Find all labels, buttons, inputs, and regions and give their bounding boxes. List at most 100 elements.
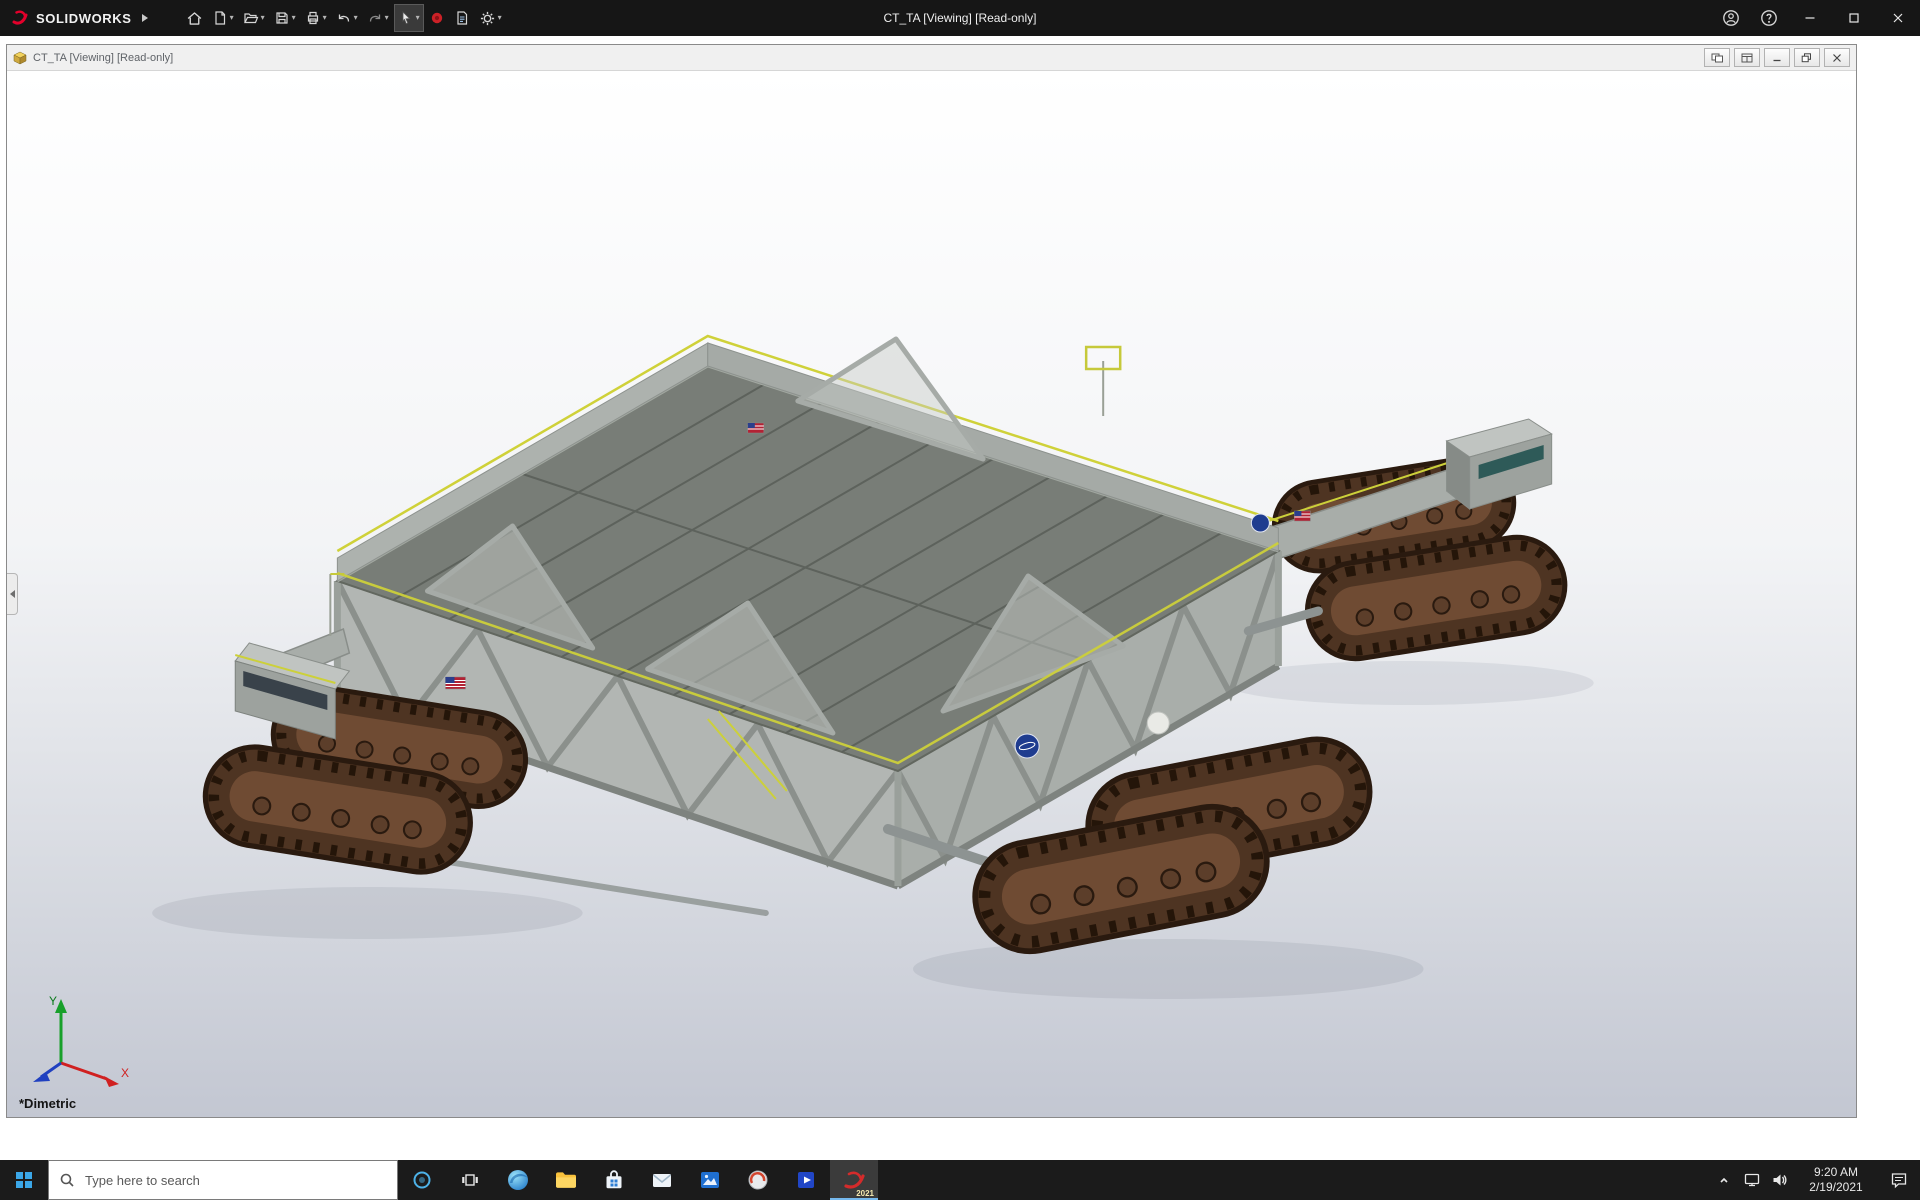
search-input[interactable]: [49, 1161, 397, 1199]
taskbar-search[interactable]: [48, 1160, 398, 1200]
maximize-button[interactable]: [1832, 0, 1876, 36]
open-folder-icon: [243, 10, 259, 26]
taskbar-icon-edrawings[interactable]: [734, 1160, 782, 1200]
dropdown-caret-icon[interactable]: ▾: [323, 14, 327, 22]
new-document-icon: [212, 10, 228, 26]
titlebar-right-controls: [1712, 0, 1920, 36]
3dexperience-button[interactable]: [425, 4, 449, 32]
select-tool-button[interactable]: ▾: [394, 4, 424, 32]
dropdown-caret-icon[interactable]: ▾: [292, 14, 296, 22]
task-view-button[interactable]: [446, 1160, 494, 1200]
home-icon: [186, 10, 203, 27]
clock-time: 9:20 AM: [1814, 1165, 1858, 1180]
start-button[interactable]: [0, 1160, 48, 1200]
clock-date: 2/19/2021: [1809, 1180, 1862, 1195]
volume-tray-button[interactable]: [1766, 1160, 1794, 1200]
new-window-button[interactable]: [1704, 48, 1730, 67]
account-button[interactable]: [1712, 0, 1750, 36]
undo-button[interactable]: ▾: [332, 4, 362, 32]
file-explorer-icon: [554, 1168, 578, 1192]
quick-access-toolbar: ▾ ▾ ▾ ▾: [182, 4, 506, 32]
doc-restore-button[interactable]: [1794, 48, 1820, 67]
dropdown-caret-icon[interactable]: ▾: [385, 14, 389, 22]
tile-window-button[interactable]: [1734, 48, 1760, 67]
movies-tv-icon: [794, 1168, 818, 1192]
taskbar-icon-store[interactable]: [590, 1160, 638, 1200]
help-icon: [1760, 9, 1778, 27]
left-arm-and-cab: [235, 574, 349, 739]
dropdown-caret-icon[interactable]: ▾: [354, 14, 358, 22]
action-center-button[interactable]: [1878, 1160, 1920, 1200]
photos-icon: [698, 1168, 722, 1192]
document-title: CT_TA [Viewing] [Read-only]: [33, 52, 173, 64]
microsoft-store-icon: [602, 1168, 626, 1192]
feature-manager-collapsed-tab[interactable]: [7, 573, 18, 615]
mail-icon: [650, 1168, 674, 1192]
solidworks-logo-icon: [10, 8, 30, 28]
collapse-arrow-icon: [10, 590, 15, 598]
new-window-icon: [1711, 53, 1723, 63]
dropdown-caret-icon[interactable]: ▾: [498, 14, 502, 22]
save-icon: [274, 10, 290, 26]
close-button[interactable]: [1876, 0, 1920, 36]
volume-icon: [1772, 1172, 1788, 1188]
hidden-icons-button[interactable]: [1710, 1160, 1738, 1200]
doc-close-button[interactable]: [1824, 48, 1850, 67]
display-tray-button[interactable]: [1738, 1160, 1766, 1200]
account-icon: [1722, 9, 1740, 27]
windows-taskbar: 2021 9:20 AM 2/: [0, 1160, 1920, 1200]
minimize-button[interactable]: [1788, 0, 1832, 36]
home-button[interactable]: [182, 4, 207, 32]
action-center-icon: [1890, 1171, 1908, 1189]
select-cursor-icon: [398, 10, 414, 26]
help-button[interactable]: [1750, 0, 1788, 36]
open-button[interactable]: ▾: [239, 4, 269, 32]
3dexperience-icon: [429, 10, 445, 26]
taskbar-clock[interactable]: 9:20 AM 2/19/2021: [1794, 1160, 1878, 1200]
print-button[interactable]: ▾: [301, 4, 331, 32]
task-view-icon: [461, 1172, 479, 1188]
taskbar-icon-mail[interactable]: [638, 1160, 686, 1200]
graphics-area[interactable]: Y X *Dimetric: [7, 71, 1856, 1117]
restore-icon: [1801, 53, 1813, 63]
undo-icon: [336, 10, 352, 26]
triad-y-label: Y: [49, 994, 57, 1008]
dropdown-caret-icon[interactable]: ▾: [261, 14, 265, 22]
options-gear-icon: [479, 10, 496, 27]
document-titlebar[interactable]: CT_TA [Viewing] [Read-only]: [7, 45, 1856, 71]
app-client-area: CT_TA [Viewing] [Read-only]: [0, 36, 1920, 1160]
redo-icon: [367, 10, 383, 26]
doc-minimize-button[interactable]: [1764, 48, 1790, 67]
tile-window-icon: [1741, 53, 1753, 63]
edge-icon: [506, 1168, 530, 1192]
app-titlebar: SOLIDWORKS ▾ ▾: [0, 0, 1920, 36]
chevron-up-icon: [1717, 1173, 1731, 1187]
file-properties-button[interactable]: [450, 4, 474, 32]
print-icon: [305, 10, 321, 26]
document-window-buttons: [1704, 48, 1850, 67]
save-button[interactable]: ▾: [270, 4, 300, 32]
taskbar-icon-file-explorer[interactable]: [542, 1160, 590, 1200]
taskbar-icon-movies-tv[interactable]: [782, 1160, 830, 1200]
new-document-button[interactable]: ▾: [208, 4, 238, 32]
file-properties-icon: [454, 10, 470, 26]
taskbar-icon-solidworks[interactable]: 2021: [830, 1160, 878, 1200]
minimize-icon: [1771, 53, 1783, 63]
taskbar-icon-edge[interactable]: [494, 1160, 542, 1200]
redo-button[interactable]: ▾: [363, 4, 393, 32]
cortana-button[interactable]: [398, 1160, 446, 1200]
options-button[interactable]: ▾: [475, 4, 506, 32]
dropdown-caret-icon[interactable]: ▾: [416, 14, 420, 22]
cortana-icon: [412, 1170, 432, 1190]
taskbar-icon-photos[interactable]: [686, 1160, 734, 1200]
app-window-title: CT_TA [Viewing] [Read-only]: [884, 11, 1037, 25]
dropdown-caret-icon[interactable]: ▾: [230, 14, 234, 22]
close-icon: [1892, 12, 1904, 24]
solidworks-brand: SOLIDWORKS: [0, 8, 132, 28]
screen: SOLIDWORKS ▾ ▾: [0, 0, 1920, 1200]
expand-menu-arrow-icon[interactable]: [142, 14, 148, 22]
system-tray: 9:20 AM 2/19/2021: [1710, 1160, 1920, 1200]
solidworks-version-badge: 2021: [856, 1189, 874, 1198]
view-orientation-label: *Dimetric: [19, 1096, 76, 1111]
close-icon: [1831, 53, 1843, 63]
